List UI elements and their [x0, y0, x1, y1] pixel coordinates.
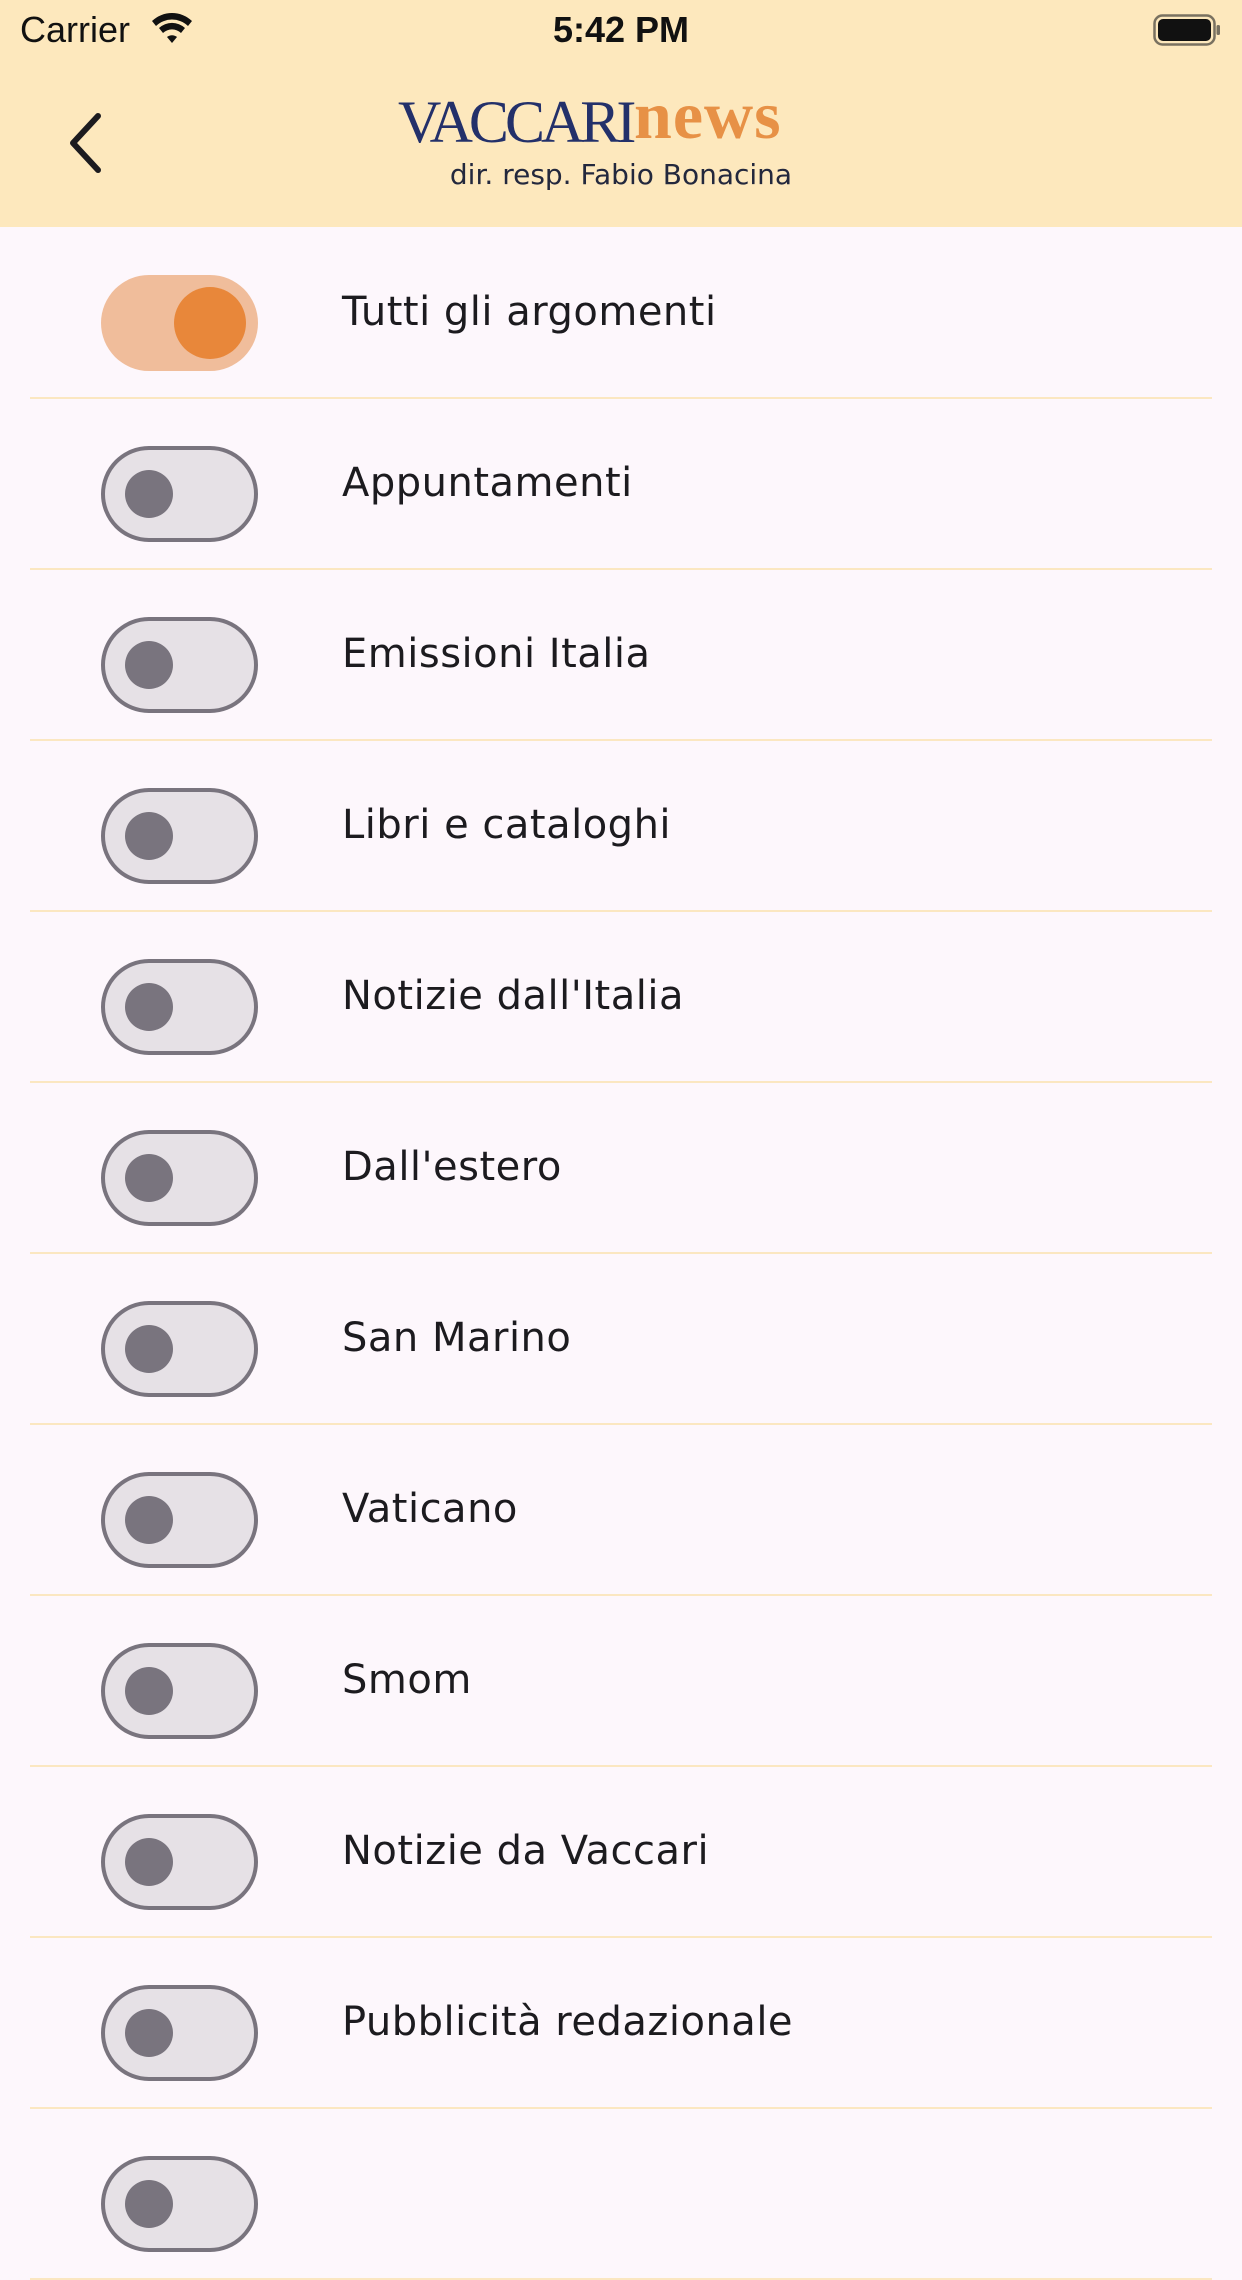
- status-bar: Carrier 5:42 PM: [0, 0, 1242, 62]
- toggle-thumb: [125, 1496, 173, 1544]
- toggle-thumb: [125, 2180, 173, 2228]
- topic-row[interactable]: San Marino: [0, 1253, 1242, 1425]
- topic-toggle[interactable]: [101, 1301, 258, 1397]
- topic-label: Emissioni Italia: [342, 631, 651, 677]
- toggle-thumb: [125, 470, 173, 518]
- topic-label: Tutti gli argomenti: [342, 289, 717, 335]
- topic-toggle[interactable]: [101, 1130, 258, 1226]
- topic-row[interactable]: Libri e cataloghi: [0, 740, 1242, 912]
- vaccari-news-logo: VACCARI news: [398, 80, 848, 155]
- topic-row[interactable]: Pubblicità redazionale: [0, 1937, 1242, 2109]
- topic-label: Dall'estero: [342, 1144, 562, 1190]
- topic-toggle[interactable]: [101, 617, 258, 713]
- topic-toggle[interactable]: [101, 1643, 258, 1739]
- topic-row[interactable]: Emissioni Italia: [0, 569, 1242, 741]
- toggle-thumb: [125, 641, 173, 689]
- topic-toggle[interactable]: [101, 2156, 258, 2252]
- topic-row[interactable]: Notizie dall'Italia: [0, 911, 1242, 1083]
- topic-row[interactable]: Tutti gli argomenti: [0, 227, 1242, 399]
- topic-label: Notizie dall'Italia: [342, 973, 684, 1019]
- topic-label: San Marino: [342, 1315, 572, 1361]
- logo-text-vaccari: VACCARI: [398, 89, 636, 155]
- toggle-thumb: [125, 1154, 173, 1202]
- topic-toggle[interactable]: [101, 788, 258, 884]
- topic-row[interactable]: [0, 2108, 1242, 2280]
- toggle-thumb: [125, 983, 173, 1031]
- topic-toggle[interactable]: [101, 446, 258, 542]
- topic-label: Smom: [342, 1657, 472, 1703]
- topic-toggle[interactable]: [101, 1814, 258, 1910]
- topic-label: Appuntamenti: [342, 460, 633, 506]
- toggle-thumb: [125, 2009, 173, 2057]
- topic-row[interactable]: Vaticano: [0, 1424, 1242, 1596]
- topic-row[interactable]: Dall'estero: [0, 1082, 1242, 1254]
- topic-label: Vaticano: [342, 1486, 518, 1532]
- topic-toggle[interactable]: [101, 1472, 258, 1568]
- toggle-thumb: [125, 1325, 173, 1373]
- toggle-thumb: [125, 1838, 173, 1886]
- topic-row[interactable]: Appuntamenti: [0, 398, 1242, 570]
- topic-row[interactable]: Smom: [0, 1595, 1242, 1767]
- toggle-thumb: [125, 1667, 173, 1715]
- topic-row[interactable]: Notizie da Vaccari: [0, 1766, 1242, 1938]
- topic-toggle[interactable]: [101, 275, 258, 371]
- topic-label: Libri e cataloghi: [342, 802, 672, 848]
- app-header: Carrier 5:42 PM VACCARI news dir. resp. …: [0, 0, 1242, 227]
- topic-toggle[interactable]: [101, 959, 258, 1055]
- topic-label: Notizie da Vaccari: [342, 1828, 710, 1874]
- clock: 5:42 PM: [552, 9, 690, 50]
- toggle-thumb: [174, 287, 246, 359]
- topic-toggle[interactable]: [101, 1985, 258, 2081]
- logo-text-news: news: [634, 77, 782, 153]
- toggle-thumb: [125, 812, 173, 860]
- battery-icon: [1153, 14, 1220, 46]
- topic-label: Pubblicità redazionale: [342, 1999, 794, 2045]
- header-subtitle: dir. resp. Fabio Bonacina: [449, 158, 793, 191]
